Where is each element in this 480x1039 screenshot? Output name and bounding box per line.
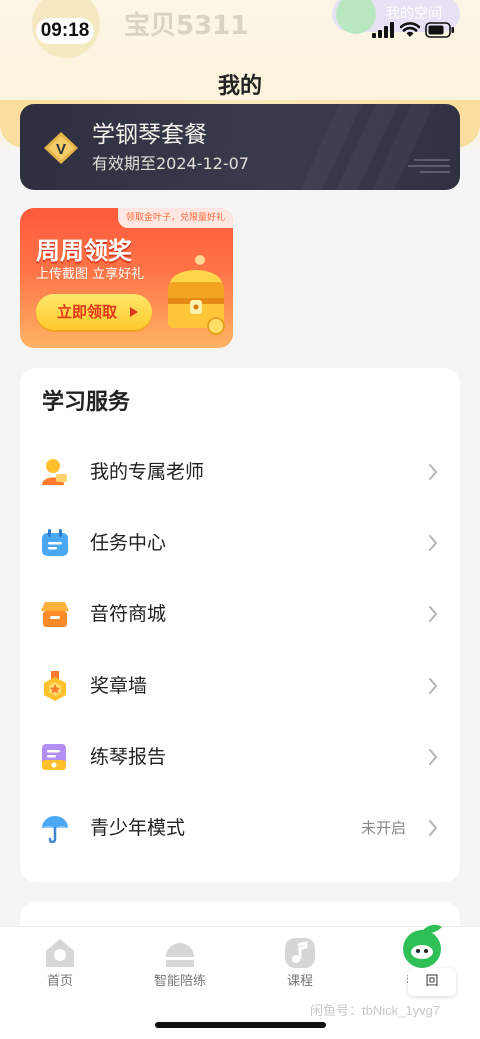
vip-package-title: 学钢琴套餐 [92,122,207,148]
tab-label: 课程 [286,974,313,989]
medal-icon [44,671,66,701]
service-item-my-teacher[interactable]: 我的专属老师 [20,442,460,502]
vip-expire-date: 有效期至2024-12-07 [92,154,249,173]
tab-label: 首页 [46,974,73,989]
shop-icon [41,602,69,627]
treasure-chest-icon [168,255,225,335]
status-bar: 09:18 宝贝5311 我的空间 [0,0,480,60]
umbrella-icon [42,816,68,843]
promo-subtitle: 上传截图 立享好礼 [36,267,145,282]
promo-title: 周周领奖 [36,237,132,265]
battery-icon [425,22,454,38]
service-item-task-center[interactable]: 任务中心 [20,513,460,573]
chevron-right-icon [429,678,437,694]
tab-smart-practice[interactable]: 智能陪练 [120,927,240,997]
home-icon [46,939,74,967]
service-item-practice-report[interactable]: 练琴报告 [20,727,460,787]
service-label: 任务中心 [90,532,167,554]
service-label: 奖章墙 [90,675,148,697]
nickname: 宝贝5311 [124,11,249,41]
learning-services-card: 学习服务 我的专属老师 任务中心 音符商城 奖章墙 练琴报告 青少年模式 未开启 [20,368,460,882]
practice-icon [166,943,194,967]
vip-badge-icon: V [44,132,78,164]
tab-home[interactable]: 首页 [0,927,120,997]
cellular-signal-icon [372,22,394,38]
calendar-task-icon [42,529,68,556]
chevron-right-icon [429,464,437,480]
page-title: 我的 [217,74,262,99]
service-label: 我的专属老师 [90,461,205,483]
weekly-reward-banner[interactable]: 领取金叶子，兑限量好礼 周周领奖 上传截图 立享好礼 立即领取 [20,208,233,348]
service-item-medal-wall[interactable]: 奖章墙 [20,656,460,716]
chevron-right-icon [429,749,437,765]
chevron-right-icon [429,535,437,551]
floating-back-button[interactable]: 回 [408,968,456,996]
service-item-note-shop[interactable]: 音符商城 [20,584,460,644]
svg-text:V: V [56,141,66,158]
course-icon [285,938,315,968]
home-indicator[interactable] [155,1022,326,1028]
teen-mode-status: 未开启 [360,819,406,837]
chevron-right-icon [429,820,437,836]
my-space-label: 我的空间 [386,6,442,22]
service-label: 音符商城 [90,603,167,625]
leaf-mine-icon [403,924,442,968]
service-label: 青少年模式 [90,817,186,839]
tab-course[interactable]: 课程 [240,927,360,997]
promo-tag: 领取金叶子，兑限量好礼 [117,208,233,228]
wifi-icon [400,22,420,37]
chevron-right-icon [429,606,437,622]
section-title: 学习服务 [42,390,131,415]
status-time: 09:18 [36,18,94,44]
service-item-teen-mode[interactable]: 青少年模式 未开启 [20,798,460,858]
tab-label: 智能陪练 [153,974,206,989]
service-label: 练琴报告 [90,746,167,768]
report-icon [42,744,66,770]
teacher-icon [42,459,67,485]
claim-now-button[interactable]: 立即领取 [36,294,152,330]
watermark: 闲鱼号：tbNick_1yvg7 [310,1003,441,1018]
decor-lines [408,159,450,173]
vip-package-card[interactable]: V 学钢琴套餐 有效期至2024-12-07 [20,104,460,190]
